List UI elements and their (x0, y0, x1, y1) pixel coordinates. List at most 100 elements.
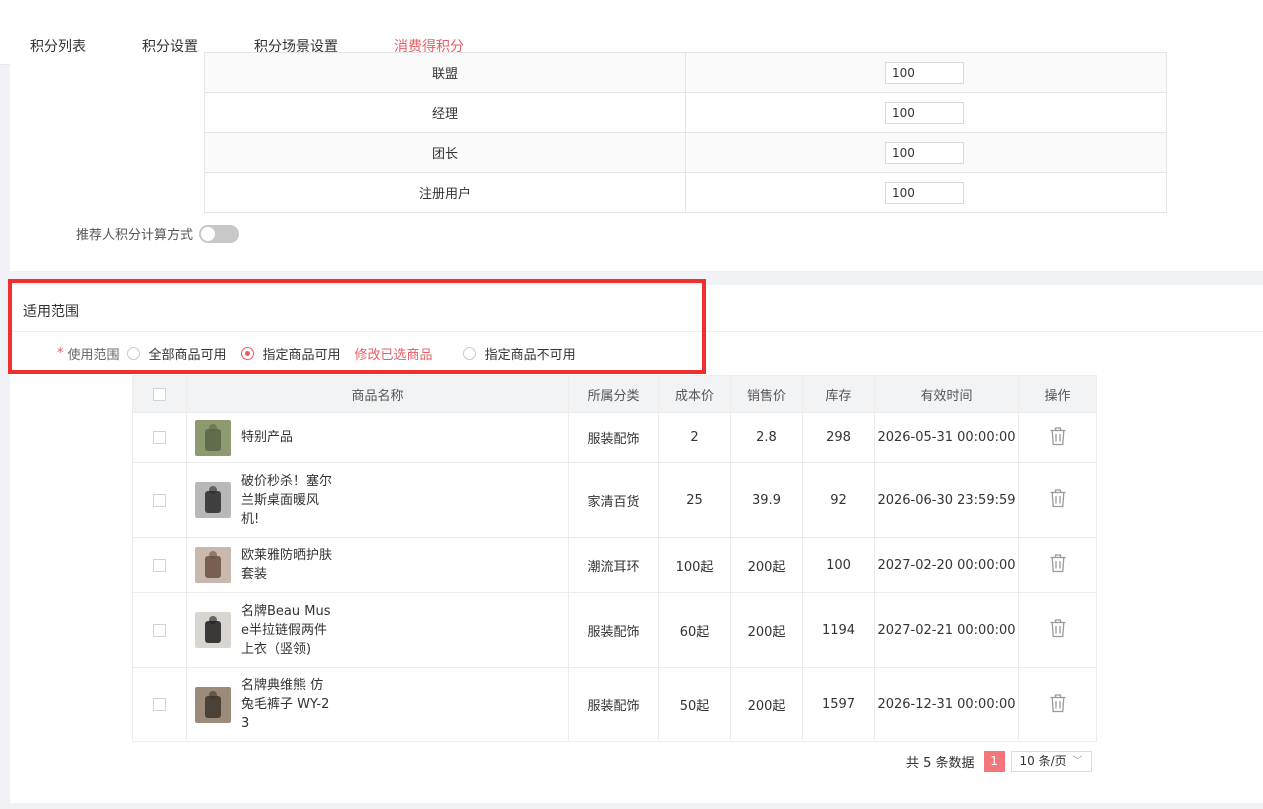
product-name: 名牌典维熊 仿兔毛裤子 WY-23 (241, 678, 330, 731)
product-name: 破价秒杀！塞尔兰斯桌面暖风机! (241, 473, 333, 527)
referrer-calc-row: 推荐人积分计算方式 (76, 224, 240, 243)
product-cost: 100起 (658, 537, 731, 593)
product-cell: 破价秒杀！塞尔兰斯桌面暖风机! (188, 472, 567, 529)
radio-specified-products-label[interactable]: 指定商品可用 (263, 344, 341, 363)
product-valid-time: 2027-02-20 00:00:00 (874, 537, 1019, 593)
product-thumbnail (195, 482, 231, 518)
product-thumbnail (195, 419, 231, 456)
column-header: 库存 (802, 375, 875, 413)
page-size-value: 10 条/页 (1019, 753, 1067, 768)
referrer-calc-toggle[interactable] (199, 224, 240, 243)
table-header-row: 商品名称 所属分类 成本价 销售价 库存 有效时间 操作 (132, 375, 1097, 413)
required-mark: * (57, 345, 64, 361)
table-row: 经理 (204, 92, 1167, 133)
product-valid-time: 2027-02-21 00:00:00 (874, 592, 1019, 668)
role-name: 经理 (204, 92, 686, 133)
product-cell: 特别产品 (188, 419, 567, 456)
column-header: 商品名称 (186, 375, 569, 413)
column-header: 操作 (1018, 375, 1097, 413)
product-thumbnail (195, 547, 231, 583)
table-row: 名牌典维熊 仿兔毛裤子 WY-23 服装配饰 50起 200起 1597 2026-12-… (132, 667, 1097, 742)
column-header: 有效时间 (874, 375, 1019, 413)
product-cost: 25 (658, 462, 731, 538)
table-row: 联盟 (204, 52, 1167, 93)
product-cost: 60起 (658, 592, 731, 668)
page-size-select[interactable]: 10 条/页 ﹀ (1010, 750, 1092, 772)
table-row: 注册用户 (204, 172, 1167, 213)
product-cell: 名牌Beau Muse半拉链假两件上衣（竖领) (188, 602, 567, 659)
product-thumbnail (195, 686, 231, 723)
role-points-input[interactable] (885, 181, 964, 204)
role-points-table: 联盟 经理 团长 注册用户 (204, 52, 1167, 213)
column-header: 销售价 (730, 375, 803, 413)
table-row: 名牌Beau Muse半拉链假两件上衣（竖领) 服装配饰 60起 200起 1194 20… (132, 592, 1097, 668)
referrer-calc-label: 推荐人积分计算方式 (76, 228, 194, 243)
product-thumbnail (195, 612, 231, 648)
radio-specified-products[interactable] (240, 346, 254, 360)
product-category: 潮流耳环 (568, 537, 659, 593)
product-category: 服装配饰 (568, 592, 659, 668)
product-price: 39.9 (730, 462, 803, 538)
scope-panel: 适用范围 * 使用范围 全部商品可用 指定商品可用 修改已选商品 指定商品不可用… (10, 285, 1263, 803)
role-points-input[interactable] (885, 101, 964, 124)
usage-scope-label: 使用范围 (67, 347, 120, 363)
product-stock: 298 (802, 412, 875, 463)
row-checkbox[interactable] (153, 493, 166, 507)
trash-icon[interactable] (1049, 693, 1067, 717)
product-valid-time: 2026-06-30 23:59:59 (874, 462, 1019, 538)
role-points-input[interactable] (885, 61, 964, 84)
trash-icon[interactable] (1049, 553, 1067, 577)
radio-all-products-label[interactable]: 全部商品可用 (149, 344, 227, 363)
product-name: 欧莱雅防晒护肤套装 (241, 548, 333, 582)
column-header: 成本价 (658, 375, 731, 413)
role-points-input[interactable] (885, 141, 964, 164)
product-category: 服装配饰 (568, 412, 659, 463)
toggle-knob (201, 226, 216, 241)
radio-specified-excluded-label[interactable]: 指定商品不可用 (485, 344, 576, 363)
divider (10, 331, 1263, 332)
product-price: 200起 (730, 592, 803, 668)
row-checkbox[interactable] (153, 623, 166, 637)
product-cell: 欧莱雅防晒护肤套装 (188, 546, 567, 584)
trash-icon[interactable] (1049, 618, 1067, 642)
select-all-checkbox[interactable] (153, 387, 166, 401)
product-name: 名牌Beau Muse半拉链假两件上衣（竖领) (241, 603, 331, 657)
table-row: 欧莱雅防晒护肤套装 潮流耳环 100起 200起 100 2027-02-20 00:00… (132, 537, 1097, 593)
scope-section-title: 适用范围 (23, 304, 79, 320)
selected-products-table: 商品名称 所属分类 成本价 销售价 库存 有效时间 操作 特别产品 服装配饰 2 2.… (132, 375, 1097, 742)
role-name: 团长 (204, 132, 686, 173)
total-count: 共 5 条数据 (906, 755, 975, 771)
radio-all-products[interactable] (126, 346, 140, 360)
role-points-panel: 联盟 经理 团长 注册用户 推荐人积分计算方式 (10, 52, 1263, 271)
trash-icon[interactable] (1049, 426, 1067, 450)
chevron-down-icon: ﹀ (1072, 755, 1083, 767)
product-valid-time: 2026-12-31 00:00:00 (874, 667, 1019, 742)
product-category: 家清百货 (568, 462, 659, 538)
tab-points-settings[interactable]: 积分设置 (142, 30, 198, 64)
table-row: 破价秒杀！塞尔兰斯桌面暖风机! 家清百货 25 39.9 92 2026-06-30 23… (132, 462, 1097, 538)
product-cost: 50起 (658, 667, 731, 742)
product-price: 2.8 (730, 412, 803, 463)
product-cell: 名牌典维熊 仿兔毛裤子 WY-23 (188, 676, 567, 733)
row-checkbox[interactable] (153, 431, 166, 444)
page-number-button[interactable]: 1 (983, 750, 1005, 772)
tab-points-list[interactable]: 积分列表 (30, 30, 86, 64)
product-stock: 1194 (802, 592, 875, 668)
product-name: 特别产品 (241, 430, 294, 445)
table-row: 团长 (204, 132, 1167, 173)
product-stock: 1597 (802, 667, 875, 742)
usage-scope-row: * 使用范围 全部商品可用 指定商品可用 修改已选商品 指定商品不可用 (57, 344, 590, 363)
product-category: 服装配饰 (568, 667, 659, 742)
modify-selected-products-link[interactable]: 修改已选商品 (355, 344, 433, 363)
trash-icon[interactable] (1049, 488, 1067, 512)
role-name: 注册用户 (204, 172, 686, 213)
row-checkbox[interactable] (153, 698, 166, 711)
radio-specified-excluded[interactable] (462, 346, 476, 360)
row-checkbox[interactable] (153, 558, 166, 572)
table-row: 特别产品 服装配饰 2 2.8 298 2026-05-31 00:00:00 (132, 412, 1097, 463)
product-cost: 2 (658, 412, 731, 463)
product-valid-time: 2026-05-31 00:00:00 (874, 412, 1019, 463)
product-stock: 92 (802, 462, 875, 538)
product-stock: 100 (802, 537, 875, 593)
column-header: 所属分类 (568, 375, 659, 413)
